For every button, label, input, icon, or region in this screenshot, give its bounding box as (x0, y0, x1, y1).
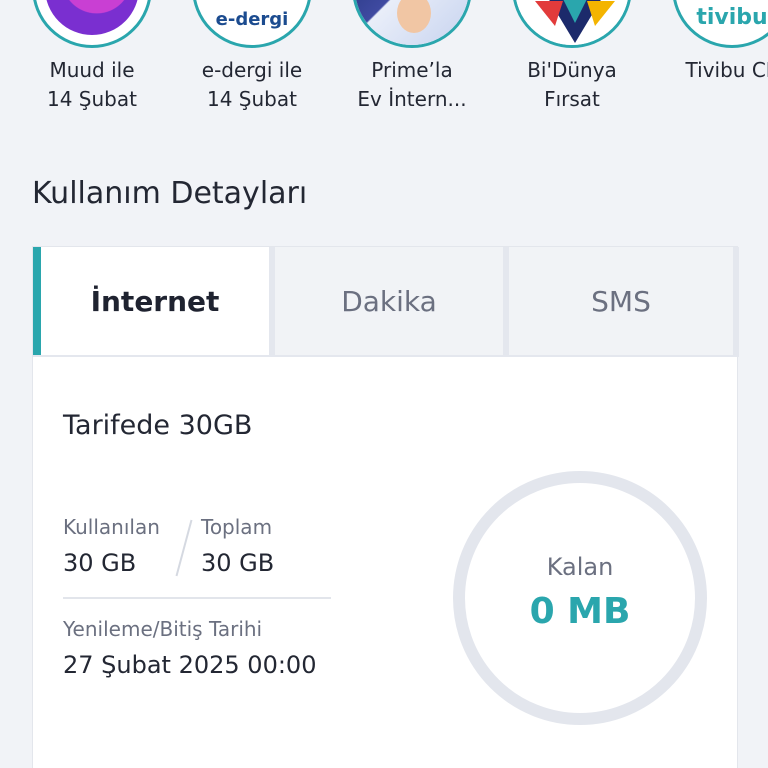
story-label: e-dergi ile 14 Şubat (201, 58, 303, 111)
tab-internet[interactable]: İnternet (33, 247, 269, 355)
total-value: 30 GB (201, 549, 275, 577)
tab-dakika[interactable]: Dakika (275, 247, 503, 355)
story-thumbnail[interactable]: e-dergi (192, 0, 312, 48)
renewal-label: Yenileme/Bitiş Tarihi (63, 617, 263, 641)
story-tivibu[interactable]: tivibu Tivibu CE (652, 0, 768, 85)
story-label: Muud ile 14 Şubat (47, 58, 137, 111)
remaining-value: 0 MB (529, 591, 631, 632)
muud-logo (45, 0, 139, 35)
tivibu-logo: tivibu (696, 5, 768, 30)
used-value: 30 GB (63, 549, 137, 577)
tariff-title: Tarifede 30GB (63, 410, 253, 441)
tab-sms[interactable]: SMS (509, 247, 733, 355)
renewal-value: 27 Şubat 2025 00:00 (63, 651, 317, 679)
used-label: Kullanılan (63, 515, 160, 539)
story-thumbnail[interactable] (352, 0, 472, 48)
usage-card: İnternet Dakika SMS Tarifede 30GB Kullan… (32, 246, 739, 768)
story-thumbnail[interactable] (512, 0, 632, 48)
divider (63, 597, 331, 599)
story-label: Bi'Dünya Fırsat (527, 58, 617, 111)
story-thumbnail[interactable]: tivibu (672, 0, 768, 48)
story-label: Tivibu CE (685, 58, 768, 82)
story-bidunya[interactable]: Bi'Dünya Fırsat (492, 0, 652, 114)
stories-row: Muud ile 14 Şubat e-dergi e-dergi ile 14… (0, 0, 768, 118)
separator-slash (175, 519, 193, 577)
section-title: Kullanım Detayları (32, 176, 308, 211)
usage-tabs: İnternet Dakika SMS (33, 247, 739, 357)
edergi-logo: e-dergi (215, 9, 289, 30)
story-muud[interactable]: Muud ile 14 Şubat (12, 0, 172, 114)
story-prime[interactable]: Prime’la Ev İntern... (332, 0, 492, 114)
bidunya-logo (515, 0, 629, 45)
page: Muud ile 14 Şubat e-dergi e-dergi ile 14… (0, 0, 768, 768)
story-edergi[interactable]: e-dergi e-dergi ile 14 Şubat (172, 0, 332, 114)
remaining-label: Kalan (546, 553, 614, 581)
total-label: Toplam (201, 515, 273, 539)
story-label: Prime’la Ev İntern... (357, 58, 467, 111)
story-thumbnail[interactable] (32, 0, 152, 48)
